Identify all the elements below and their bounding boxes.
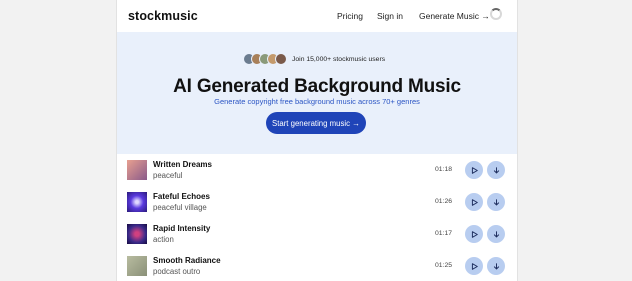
user-avatars xyxy=(243,53,287,65)
track-tag: peaceful village xyxy=(153,203,207,212)
download-icon xyxy=(493,230,499,238)
download-button[interactable] xyxy=(487,225,505,243)
download-icon xyxy=(493,262,499,270)
track-duration: 01:26 xyxy=(435,198,453,205)
hero-subtitle: Generate copyright free background music… xyxy=(214,97,420,106)
hero-section: Join 15,000+ stockmusic users AI Generat… xyxy=(117,32,517,154)
track-title[interactable]: Fateful Echoes xyxy=(153,192,210,201)
user-avatar xyxy=(275,53,287,65)
track-tag: podcast outro xyxy=(153,267,201,276)
play-button[interactable] xyxy=(465,161,483,179)
track-artwork xyxy=(127,192,147,212)
track-row[interactable]: Fateful Echoes peaceful village 01:26 xyxy=(117,186,517,218)
track-title[interactable]: Smooth Radiance xyxy=(153,256,221,265)
top-nav: stockmusic Pricing Sign in Generate Musi… xyxy=(117,0,517,32)
play-button[interactable] xyxy=(465,225,483,243)
play-icon xyxy=(471,262,478,270)
hero-title: AI Generated Background Music xyxy=(173,76,461,97)
track-row[interactable]: Smooth Radiance podcast outro 01:25 xyxy=(117,250,517,281)
social-proof: Join 15,000+ stockmusic users xyxy=(243,53,385,65)
app-frame: stockmusic Pricing Sign in Generate Musi… xyxy=(116,0,518,281)
play-icon xyxy=(471,230,478,238)
track-list: Written Dreams peaceful 01:18 Fateful Ec… xyxy=(117,154,517,281)
track-duration: 01:25 xyxy=(435,262,453,269)
start-generating-button[interactable]: Start generating music → xyxy=(266,112,366,134)
download-button[interactable] xyxy=(487,257,505,275)
download-button[interactable] xyxy=(487,193,505,211)
nav-links: Pricing Sign in Generate Music → xyxy=(337,0,490,32)
loading-spinner-icon xyxy=(490,8,502,20)
download-button[interactable] xyxy=(487,161,505,179)
download-icon xyxy=(493,166,499,174)
play-button[interactable] xyxy=(465,257,483,275)
track-duration: 01:17 xyxy=(435,230,453,237)
download-icon xyxy=(493,198,499,206)
track-tag: peaceful xyxy=(153,171,183,180)
track-row[interactable]: Written Dreams peaceful 01:18 xyxy=(117,154,517,186)
nav-pricing-link[interactable]: Pricing xyxy=(337,11,363,21)
social-proof-text: Join 15,000+ stockmusic users xyxy=(292,55,386,63)
track-title[interactable]: Written Dreams xyxy=(153,160,212,169)
brand-logo[interactable]: stockmusic xyxy=(128,9,198,23)
track-tag: action xyxy=(153,235,174,244)
track-title[interactable]: Rapid Intensity xyxy=(153,224,210,233)
play-button[interactable] xyxy=(465,193,483,211)
track-artwork xyxy=(127,160,147,180)
play-icon xyxy=(471,166,478,174)
track-row[interactable]: Rapid Intensity action 01:17 xyxy=(117,218,517,250)
nav-signin-link[interactable]: Sign in xyxy=(377,11,403,21)
play-icon xyxy=(471,198,478,206)
nav-generate-music-link[interactable]: Generate Music → xyxy=(419,11,490,21)
track-duration: 01:18 xyxy=(435,166,453,173)
track-artwork xyxy=(127,256,147,276)
track-artwork xyxy=(127,224,147,244)
